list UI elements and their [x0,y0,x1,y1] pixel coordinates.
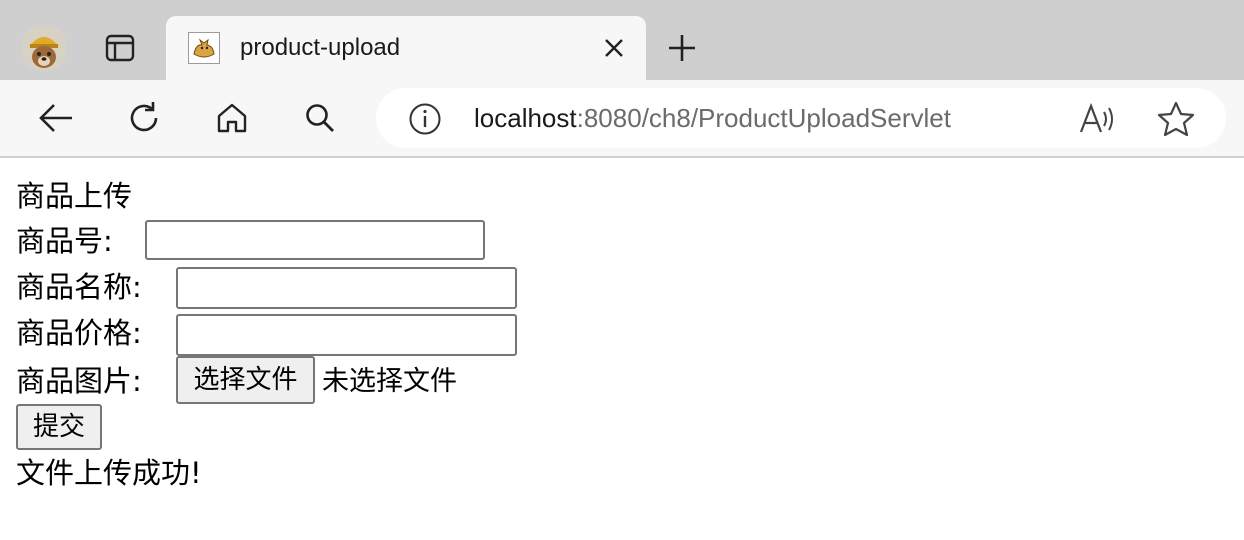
url-path: :8080/ch8/ProductUploadServlet [576,103,951,133]
home-icon [217,103,247,133]
dog-avatar-icon [21,25,67,71]
product-price-label: 商品价格: [16,316,142,350]
tab-title: product-upload [240,34,401,61]
profile-avatar[interactable] [21,25,67,71]
choose-file-button[interactable]: 选择文件 [176,356,315,404]
product-price-input[interactable] [176,314,517,356]
search-button[interactable] [296,94,344,142]
tab-actions-button[interactable] [98,28,142,68]
toolbar: localhost:8080/ch8/ProductUploadServlet [0,80,1244,158]
address-bar[interactable]: localhost:8080/ch8/ProductUploadServlet [376,88,1226,148]
plus-icon [669,35,695,61]
close-tab-button[interactable] [596,30,632,66]
home-button[interactable] [208,94,256,142]
tab-active[interactable]: product-upload [166,16,646,80]
url-text[interactable]: localhost:8080/ch8/ProductUploadServlet [474,103,951,133]
favorite-star-icon[interactable] [1156,100,1196,138]
page-title: 商品上传 [16,179,133,213]
tab-bar: product-upload [0,0,1244,80]
refresh-icon [130,102,158,132]
close-icon [605,39,623,57]
search-icon [306,104,334,132]
tomcat-icon [188,32,220,64]
submit-button[interactable]: 提交 [16,404,102,450]
upload-result-message: 文件上传成功! [16,456,202,490]
product-name-input[interactable] [176,267,517,309]
info-icon[interactable] [408,102,442,136]
product-id-input[interactable] [145,220,485,260]
product-id-label: 商品号: [16,224,113,258]
back-button[interactable] [32,94,80,142]
product-name-label: 商品名称: [16,270,142,304]
back-arrow-icon [39,104,72,132]
new-tab-button[interactable] [660,26,704,70]
url-host: localhost [474,103,577,133]
tab-sidebar-icon [105,34,135,62]
file-status-text: 未选择文件 [322,366,457,397]
read-aloud-icon[interactable] [1078,102,1118,136]
product-image-label: 商品图片: [16,364,142,398]
refresh-button[interactable] [120,94,168,142]
